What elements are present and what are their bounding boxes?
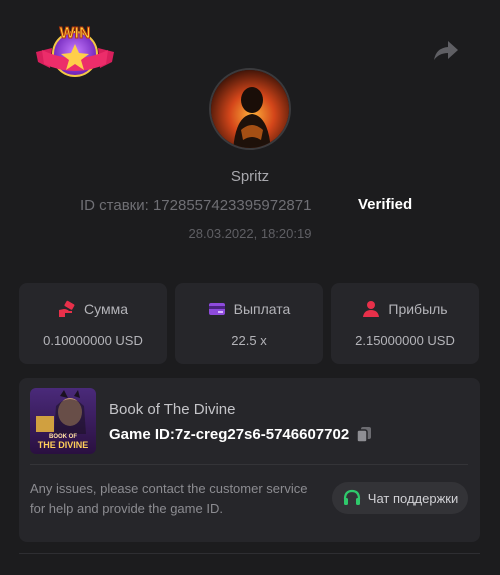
svg-text:WIN: WIN	[59, 25, 90, 42]
stat-profit: Прибыль 2.15000000 USD	[331, 283, 479, 364]
bet-id: ID ставки: 1728557423395972871	[80, 197, 312, 214]
support-chat-label: Чат поддержки	[367, 490, 459, 506]
stat-amount-label: Сумма	[84, 301, 128, 317]
stat-amount-value: 0.10000000 USD	[43, 333, 143, 348]
svg-text:THE DIVINE: THE DIVINE	[38, 440, 89, 450]
player-name: Spritz	[230, 168, 270, 185]
bet-details-panel: WIN Spritz ID ставки: 172855742339597287…	[0, 0, 500, 575]
stat-profit-value: 2.15000000 USD	[355, 333, 455, 348]
stat-payout-value: 22.5 x	[231, 333, 267, 348]
headset-icon	[343, 489, 360, 505]
bottom-divider	[19, 553, 480, 554]
support-notice: Any issues, please contact the customer …	[30, 481, 308, 516]
card-divider	[30, 464, 468, 465]
game-card: BOOK OF THE DIVINE Book of The Divine Ga…	[19, 378, 480, 542]
support-chat-button[interactable]: Чат поддержки	[332, 482, 468, 514]
profit-user-icon	[363, 301, 380, 317]
copy-icon[interactable]	[355, 425, 373, 443]
bet-timestamp: 28.03.2022, 18:20:19	[188, 226, 312, 241]
share-arrow-icon[interactable]	[430, 38, 460, 66]
game-id-row: Game ID:7z-creg27s6-5746607702	[109, 425, 373, 443]
verified-badge[interactable]: Verified	[358, 196, 412, 213]
stat-payout: Выплата 22.5 x	[175, 283, 323, 364]
game-id: Game ID:7z-creg27s6-5746607702	[109, 425, 350, 443]
card-icon	[208, 303, 225, 315]
win-badge-icon: WIN	[36, 25, 114, 77]
stat-profit-label: Прибыль	[388, 301, 448, 317]
book-of-the-divine-thumbnail[interactable]: BOOK OF THE DIVINE	[30, 388, 96, 454]
player-avatar	[209, 68, 291, 150]
stat-payout-label: Выплата	[233, 301, 291, 317]
game-title[interactable]: Book of The Divine	[109, 401, 235, 418]
money-hand-icon	[59, 300, 75, 317]
stat-amount: Сумма 0.10000000 USD	[19, 283, 167, 364]
